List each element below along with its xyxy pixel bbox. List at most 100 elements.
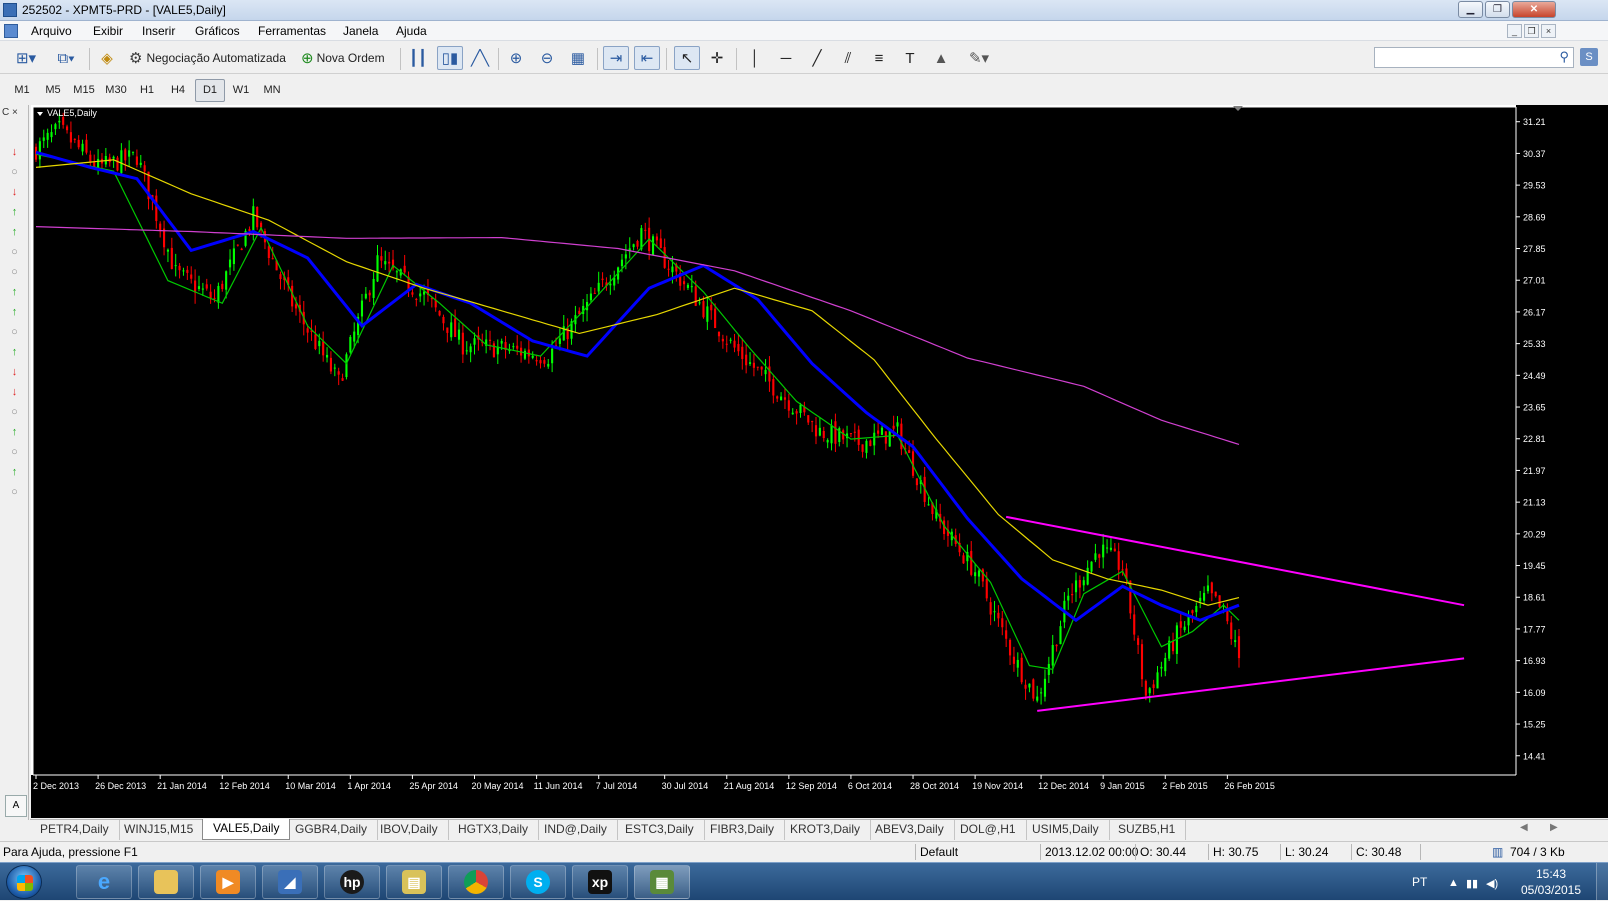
candle-body[interactable] — [768, 366, 771, 382]
candle-body[interactable] — [667, 268, 670, 270]
clock-time[interactable]: 15:43 — [1516, 867, 1586, 881]
candle-body[interactable] — [896, 422, 899, 427]
candle-body[interactable] — [178, 265, 181, 271]
candle-body[interactable] — [880, 427, 884, 435]
candle-body[interactable] — [791, 412, 794, 415]
candle-body[interactable] — [492, 343, 495, 358]
candle-body[interactable] — [465, 350, 468, 352]
candle-body[interactable] — [861, 444, 864, 452]
candlestick-button[interactable]: ▯▮ — [437, 46, 463, 70]
candle-body[interactable] — [776, 396, 779, 399]
candle-body[interactable] — [636, 241, 639, 247]
candle-body[interactable] — [981, 569, 984, 582]
candle-body[interactable] — [38, 141, 41, 160]
child-close-button[interactable]: × — [1541, 24, 1556, 38]
candle-body[interactable] — [1059, 626, 1062, 645]
candle-body[interactable] — [46, 132, 49, 140]
candle-body[interactable] — [795, 411, 798, 414]
candle-body[interactable] — [469, 346, 472, 353]
network-icon[interactable]: ▮▮ — [1466, 877, 1478, 890]
candle-body[interactable] — [764, 369, 767, 375]
tab-abev3[interactable]: ABEV3,Daily — [865, 820, 955, 840]
channel-button[interactable]: ⫽ — [836, 46, 860, 70]
candle-body[interactable] — [1047, 663, 1050, 675]
candle-body[interactable] — [1012, 656, 1015, 664]
candle-body[interactable] — [1140, 644, 1144, 680]
candle-body[interactable] — [683, 281, 686, 285]
candle-body[interactable] — [62, 117, 65, 125]
candle-body[interactable] — [279, 274, 282, 280]
candle-body[interactable] — [1137, 638, 1140, 645]
candle-body[interactable] — [438, 310, 441, 316]
line-chart-button[interactable]: ╱╲ — [468, 46, 492, 70]
candle-body[interactable] — [473, 338, 476, 345]
candle-body[interactable] — [1230, 622, 1233, 640]
candle-body[interactable] — [329, 357, 332, 372]
candle-body[interactable] — [834, 421, 837, 444]
candle-body[interactable] — [372, 278, 375, 298]
taskbar-metatrader-button[interactable]: ▦ — [634, 865, 690, 899]
candle-body[interactable] — [186, 269, 189, 273]
candle-body[interactable] — [787, 400, 790, 411]
candle-body[interactable] — [205, 284, 208, 289]
menu-ajuda[interactable]: Ajuda — [396, 24, 427, 38]
candle-body[interactable] — [985, 579, 988, 599]
close-button[interactable]: ✕ — [1512, 1, 1556, 18]
candle-body[interactable] — [620, 259, 624, 267]
candle-body[interactable] — [454, 318, 457, 337]
candle-body[interactable] — [1055, 644, 1058, 647]
candle-body[interactable] — [155, 195, 158, 222]
candle-body[interactable] — [989, 602, 992, 615]
candle-body[interactable] — [915, 478, 918, 486]
candle-body[interactable] — [97, 158, 100, 168]
arrows-button[interactable]: ✎▾ — [960, 46, 998, 70]
candle-body[interactable] — [853, 431, 856, 433]
candle-body[interactable] — [314, 334, 317, 349]
candle-body[interactable] — [54, 124, 57, 130]
candle-body[interactable] — [741, 346, 744, 360]
cursor-button[interactable]: ↖ — [674, 46, 700, 70]
candle-body[interactable] — [322, 341, 325, 356]
candle-body[interactable] — [232, 248, 235, 265]
candle-body[interactable] — [558, 338, 561, 344]
candle-body[interactable] — [143, 165, 146, 172]
candle-body[interactable] — [1237, 636, 1241, 659]
candle-body[interactable] — [325, 354, 329, 358]
candle-body[interactable] — [539, 360, 542, 364]
candle-body[interactable] — [1113, 548, 1116, 552]
candle-body[interactable] — [488, 339, 492, 341]
candle-body[interactable] — [1164, 658, 1167, 672]
candle-body[interactable] — [1078, 580, 1081, 588]
candle-body[interactable] — [42, 137, 45, 141]
candle-body[interactable] — [714, 308, 717, 329]
candle-body[interactable] — [1206, 585, 1210, 592]
candle-body[interactable] — [849, 433, 852, 435]
candle-body[interactable] — [1040, 692, 1043, 694]
tab-fibr3[interactable]: FIBR3,Daily — [700, 820, 786, 840]
candle-body[interactable] — [811, 421, 814, 423]
candle-body[interactable] — [1098, 554, 1101, 558]
candle-body[interactable] — [89, 154, 92, 162]
candle-body[interactable] — [116, 157, 119, 171]
candle-body[interactable] — [814, 425, 818, 437]
timeframe-h1[interactable]: H1 — [132, 79, 162, 102]
candle-body[interactable] — [500, 340, 503, 344]
candle-body[interactable] — [694, 286, 697, 306]
candle-body[interactable] — [73, 138, 76, 140]
candle-body[interactable] — [962, 555, 965, 564]
tab-ind[interactable]: IND@,Daily — [534, 820, 618, 840]
trendline-button[interactable]: ╱ — [805, 46, 829, 70]
candle-body[interactable] — [337, 371, 340, 375]
candle-body[interactable] — [593, 292, 596, 294]
menu-graficos[interactable]: Gráficos — [195, 24, 240, 38]
candle-body[interactable] — [1020, 657, 1023, 683]
candle-body[interactable] — [752, 362, 755, 368]
candle-body[interactable] — [411, 292, 414, 295]
candle-body[interactable] — [1121, 569, 1124, 571]
show-desktop-button[interactable] — [1596, 863, 1608, 901]
taskbar-hp-button[interactable]: hp — [324, 865, 380, 899]
candle-body[interactable] — [531, 355, 534, 358]
candle-body[interactable] — [1051, 644, 1054, 666]
candle-body[interactable] — [1032, 679, 1035, 699]
candle-body[interactable] — [201, 288, 204, 290]
